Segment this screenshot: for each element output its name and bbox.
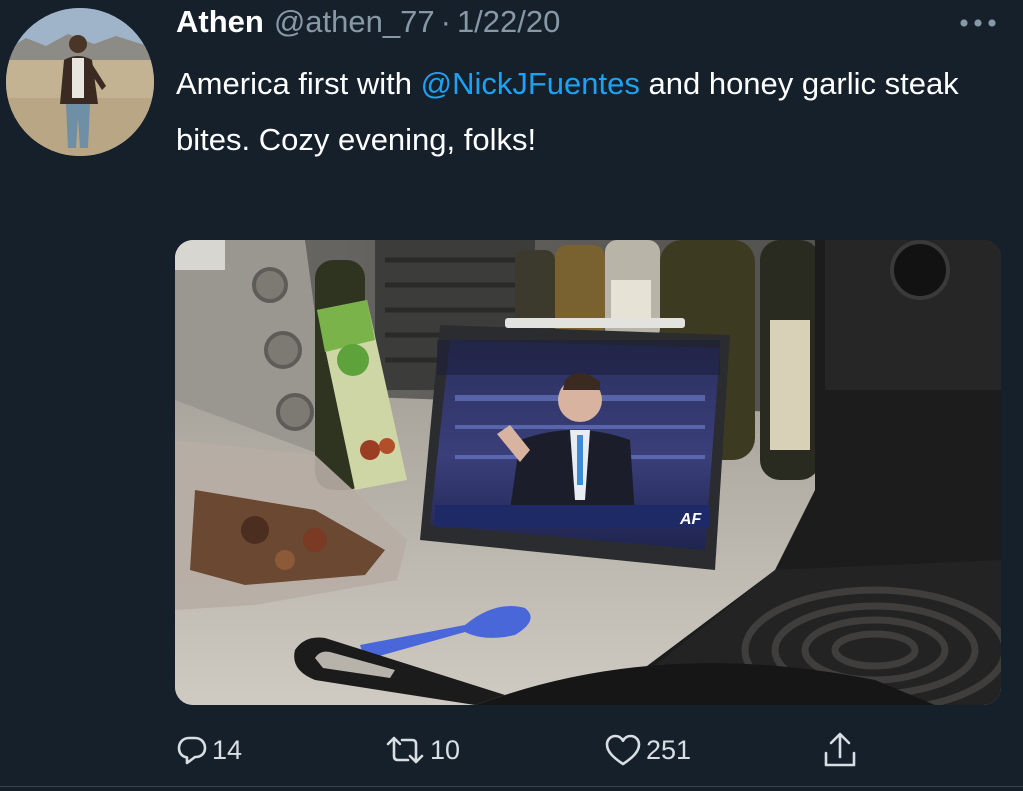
tweet-text: America first with @NickJFuentes and hon… [176, 56, 976, 168]
like-count: 251 [646, 734, 692, 765]
like-button[interactable]: 251 [604, 728, 691, 772]
tweet[interactable]: Athen @athen_77 · 1/22/20 America first … [0, 0, 1023, 791]
reply-count: 14 [212, 734, 243, 765]
screen-logo: AF [679, 511, 703, 528]
more-options-button[interactable] [955, 8, 1001, 38]
retweet-count: 10 [430, 734, 461, 765]
separator-dot: · [440, 4, 451, 39]
divider [0, 786, 1023, 787]
avatar-photo [6, 8, 154, 156]
tweet-actions: 14 10 251 [0, 722, 1023, 782]
more-horizontal-icon [960, 19, 996, 27]
share-upload-icon [824, 732, 856, 767]
avatar[interactable] [6, 8, 154, 156]
share-button[interactable] [822, 728, 858, 772]
reply-button[interactable]: 14 [176, 728, 242, 772]
reply-bubble-icon [177, 736, 207, 765]
heart-icon [605, 734, 641, 766]
mention-link[interactable]: @NickJFuentes [421, 66, 640, 101]
tweet-photo[interactable]: AF [175, 240, 1001, 705]
user-handle[interactable]: @athen_77 [274, 4, 435, 40]
retweet-button[interactable]: 10 [384, 728, 460, 772]
tweet-date[interactable]: 1/22/20 [457, 4, 560, 40]
tweet-text-start: America first with [176, 66, 421, 101]
kitchen-photo: AF [175, 240, 1001, 705]
retweet-arrows-icon [386, 736, 424, 764]
tweet-header: Athen @athen_77 · 1/22/20 [176, 4, 560, 48]
display-name[interactable]: Athen [176, 4, 264, 40]
